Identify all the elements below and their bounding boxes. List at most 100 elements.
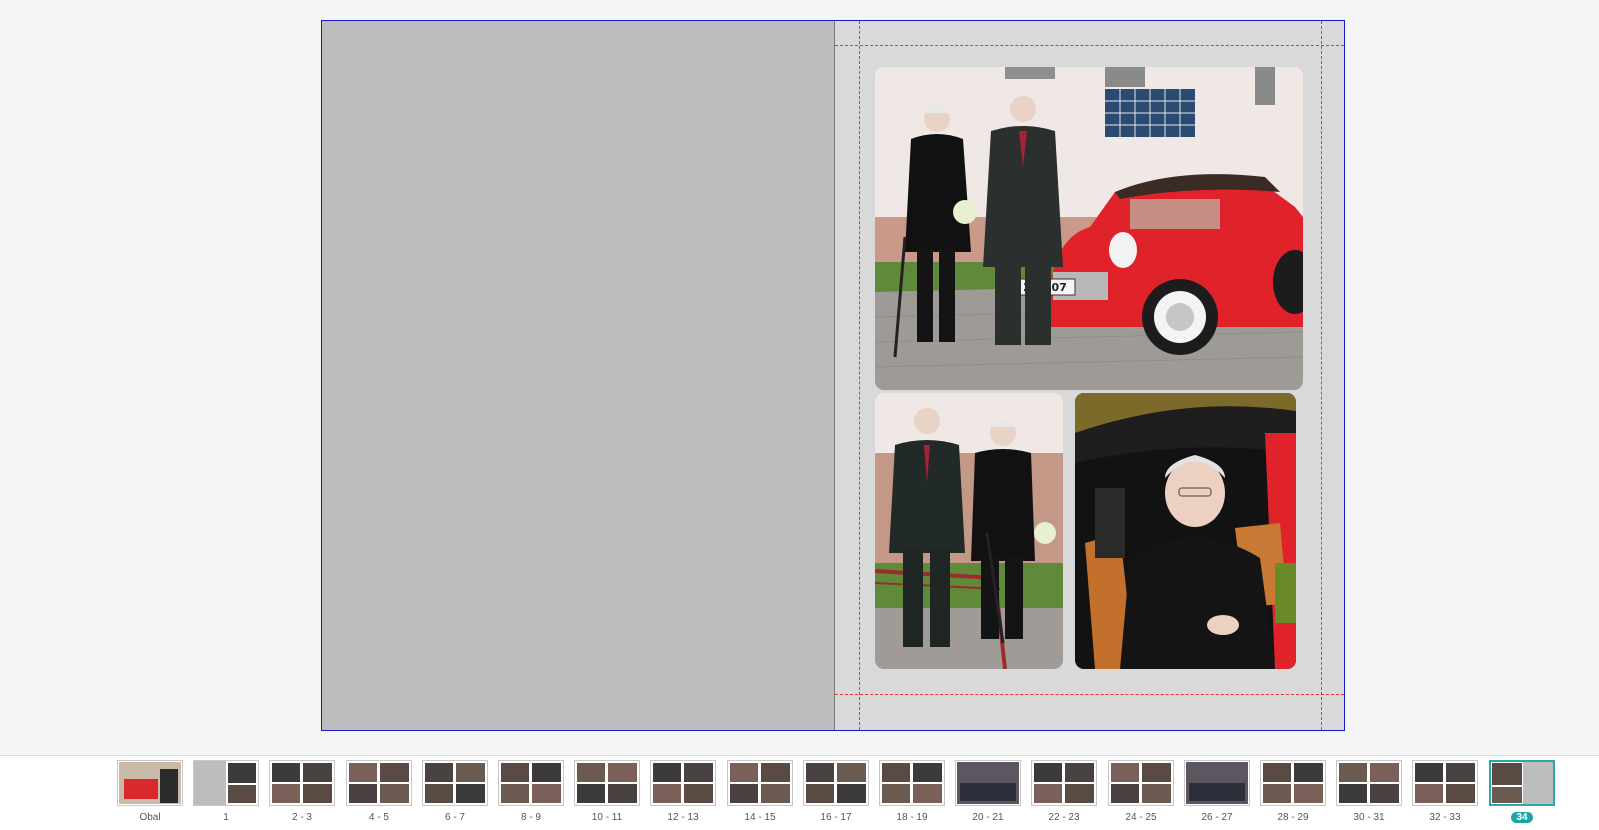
thumbnail-photo [806,784,834,803]
thumbnail-photo [577,763,605,782]
thumbnail-photo [228,785,256,803]
thumbnail-photo [228,763,256,783]
thumbnail-label: 12 - 13 [645,812,721,823]
thumbnail-label-text: 8 - 9 [520,812,541,823]
thumbnail-label: 22 - 23 [1026,812,1102,823]
thumbnail-label-text: 14 - 15 [744,812,776,823]
thumbnail-10-11[interactable] [574,760,640,806]
page-filmstrip: Obal 1 2 - 3 4 - 5 6 - 7 8 - 9 10 - 11 12 - 13 1… [0,755,1599,830]
thumbnail-22-23[interactable] [1031,760,1097,806]
thumbnail-2-3[interactable] [269,760,335,806]
thumbnail-label-text: 22 - 23 [1048,812,1080,823]
thumbnail-photo [160,769,178,803]
thumbnail-photo [1492,763,1522,785]
thumbnail-label-text: 18 - 19 [896,812,928,823]
thumbnail-label-text: 4 - 5 [368,812,389,823]
thumbnail-photo [380,784,409,803]
thumbnail-photo [577,784,605,803]
thumbnail-label-text: 12 - 13 [667,812,699,823]
thumbnail-photo [532,784,561,803]
book-spread[interactable]: 2H 707 [321,20,1345,731]
thumbnail-photo [1415,763,1443,782]
thumbnail-6-7[interactable] [422,760,488,806]
thumbnail-photo [1370,784,1399,803]
thumbnail-label: 18 - 19 [874,812,950,823]
thumbnail-label: 2 - 3 [264,812,340,823]
thumbnail-photo [272,763,300,782]
thumbnail-34[interactable] [1489,760,1555,806]
thumbnail-label: 24 - 25 [1103,812,1179,823]
thumbnail-photo [272,784,300,803]
thumbnail-label-text: 26 - 27 [1201,812,1233,823]
thumbnail-label-text: 6 - 7 [444,812,465,823]
guide-line-top [835,45,1344,46]
thumbnail-photo [608,763,637,782]
thumbnail-photo [1339,763,1367,782]
thumbnail-photo [1446,784,1475,803]
thumbnail-label-text: 32 - 33 [1429,812,1461,823]
thumbnail-18-19[interactable] [879,760,945,806]
thumbnail-photo [1294,784,1323,803]
thumbnail-30-31[interactable] [1336,760,1402,806]
thumbnail-photo [1034,784,1062,803]
thumbnail-photo [1142,784,1171,803]
guide-line-left [859,21,860,730]
thumbnail-photo [1034,763,1062,782]
thumbnail-photo [653,784,681,803]
thumbnail-16-17[interactable] [803,760,869,806]
thumbnail-4-5[interactable] [346,760,412,806]
right-page[interactable]: 2H 707 [834,21,1344,730]
thumbnail-label: 1 [188,812,264,823]
thumbnail-photo [913,763,942,782]
thumbnail-14-15[interactable] [727,760,793,806]
thumbnail-label: 16 - 17 [798,812,874,823]
thumbnail-label-text: 1 [223,812,229,823]
thumbnail-label-text: 30 - 31 [1353,812,1385,823]
thumbnail-label-text: 16 - 17 [820,812,852,823]
thumbnail-label-text: 28 - 29 [1277,812,1309,823]
thumbnail-photo [349,763,377,782]
thumbnail-photo [837,784,866,803]
photo-woman-in-car[interactable] [1075,393,1296,669]
thumbnail-photo [501,784,529,803]
thumbnail-label-text: 34 [1511,812,1533,823]
thumbnail-photo [1492,787,1522,803]
thumbnail-photo [1415,784,1443,803]
thumbnail-photo [608,784,637,803]
thumbnail-obal[interactable] [117,760,183,806]
thumbnail-photo [1111,763,1139,782]
thumbnail-28-29[interactable] [1260,760,1326,806]
thumbnail-label: 26 - 27 [1179,812,1255,823]
thumbnail-photo [761,763,790,782]
thumbnail-32-33[interactable] [1412,760,1478,806]
thumbnail-label: 30 - 31 [1331,812,1407,823]
thumbnail-20-21[interactable] [955,760,1021,806]
thumbnail-label: 34 [1484,812,1560,823]
thumbnail-1[interactable] [193,760,259,806]
thumbnail-8-9[interactable] [498,760,564,806]
thumbnail-photo [1111,784,1139,803]
thumbnail-photo [532,763,561,782]
thumbnail-photo [501,763,529,782]
thumbnail-label-text: 10 - 11 [591,812,623,823]
thumbnail-photo [837,763,866,782]
thumbnail-label-text: 24 - 25 [1125,812,1157,823]
thumbnail-photo [1263,784,1291,803]
thumbnail-label: 10 - 11 [569,812,645,823]
thumbnail-photo [684,763,713,782]
thumbnail-24-25[interactable] [1108,760,1174,806]
thumbnail-photo [456,763,485,782]
thumbnail-photo [1263,763,1291,782]
thumbnail-26-27[interactable] [1184,760,1250,806]
thumbnail-photo [380,763,409,782]
left-page-empty[interactable] [322,21,834,730]
thumbnail-photo [730,784,758,803]
thumbnail-12-13[interactable] [650,760,716,806]
thumbnail-photo [1446,763,1475,782]
thumbnail-photo [425,784,453,803]
thumbnail-photo [194,761,226,805]
photo-couple-with-red-car[interactable]: 2H 707 [875,67,1303,390]
thumbnail-label: 28 - 29 [1255,812,1331,823]
thumbnail-photo [882,784,910,803]
photo-couple-standing[interactable] [875,393,1063,669]
